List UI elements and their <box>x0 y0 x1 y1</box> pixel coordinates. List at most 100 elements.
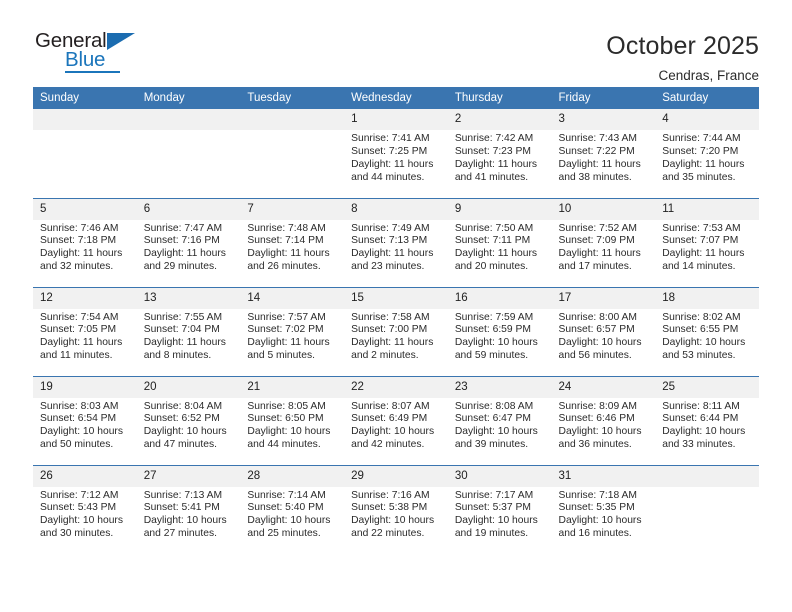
day-info-daylight2: and 23 minutes. <box>351 261 425 273</box>
day-info-daylight1: Daylight: 11 hours <box>40 337 123 349</box>
day-cell-inner: 11 Sunrise: 7:53 AM Sunset: 7:07 PM Dayligh… <box>655 198 759 287</box>
day-info-daylight1: Daylight: 11 hours <box>454 158 538 170</box>
day-info-daylight1: Daylight: 10 hours <box>454 337 538 349</box>
calendar-day-cell[interactable]: 11 Sunrise: 7:53 AM Sunset: 7:07 PM Dayligh… <box>655 197 759 287</box>
day-info-sunset: Sunset: 6:46 PM <box>558 413 635 425</box>
calendar-day-cell[interactable]: 25 Sunrise: 8:11 AM Sunset: 6:44 PM Dayligh… <box>655 375 759 465</box>
day-sun-info: Sunrise: 7:43 AM Sunset: 7:22 PM Daylight:… <box>552 130 656 185</box>
day-info-daylight1: Daylight: 11 hours <box>143 337 226 349</box>
day-info-daylight2: and 11 minutes. <box>40 350 113 362</box>
day-info-daylight2: and 27 minutes. <box>143 528 217 540</box>
day-info-daylight2: and 26 minutes. <box>247 261 321 273</box>
day-number: 23 <box>447 376 552 398</box>
day-info-daylight2: and 44 minutes. <box>351 171 425 183</box>
day-info-daylight2: and 5 minutes. <box>247 350 315 362</box>
day-number: 12 <box>33 287 137 309</box>
calendar-day-cell[interactable]: 31 Sunrise: 7:18 AM Sunset: 5:35 PM Dayligh… <box>551 464 656 554</box>
day-info-daylight2: and 59 minutes. <box>454 350 529 362</box>
day-info-sunrise: Sunrise: 7:13 AM <box>143 489 223 501</box>
day-number: 5 <box>33 198 137 220</box>
day-info-daylight1: Daylight: 10 hours <box>454 426 538 438</box>
calendar-day-cell[interactable]: 17 Sunrise: 8:00 AM Sunset: 6:57 PM Dayligh… <box>551 286 656 376</box>
day-info-daylight1: Daylight: 10 hours <box>40 426 123 438</box>
calendar-day-cell[interactable]: 7 Sunrise: 7:48 AM Sunset: 7:14 PM Daylight… <box>240 197 345 287</box>
calendar-day-cell[interactable]: 21 Sunrise: 8:05 AM Sunset: 6:50 PM Dayligh… <box>240 375 345 465</box>
day-info-sunset: Sunset: 7:16 PM <box>143 235 220 247</box>
calendar-day-cell[interactable]: 14 Sunrise: 7:57 AM Sunset: 7:02 PM Dayligh… <box>240 286 345 376</box>
calendar-day-cell[interactable]: 6 Sunrise: 7:47 AM Sunset: 7:16 PM Daylight… <box>136 197 241 287</box>
day-sun-info: Sunrise: 8:00 AM Sunset: 6:57 PM Daylight:… <box>552 309 656 364</box>
calendar-day-cell[interactable]: 1 Sunrise: 7:41 AM Sunset: 7:25 PM Daylight… <box>344 109 448 198</box>
day-number: 30 <box>447 465 552 487</box>
calendar-day-cell[interactable]: 12 Sunrise: 7:54 AM Sunset: 7:05 PM Dayligh… <box>33 286 137 376</box>
day-info-sunrise: Sunrise: 8:03 AM <box>40 400 119 412</box>
day-info-daylight1: Daylight: 11 hours <box>558 248 641 260</box>
calendar-day-cell[interactable]: 22 Sunrise: 8:07 AM Sunset: 6:49 PM Dayligh… <box>344 375 448 465</box>
day-sun-info: Sunrise: 7:14 AM Sunset: 5:40 PM Daylight:… <box>240 487 344 542</box>
day-number: 13 <box>136 287 241 309</box>
calendar-day-cell[interactable]: 23 Sunrise: 8:08 AM Sunset: 6:47 PM Dayligh… <box>447 375 552 465</box>
calendar-day-cell[interactable]: 30 Sunrise: 7:17 AM Sunset: 5:37 PM Dayligh… <box>447 464 552 554</box>
day-info-daylight2: and 41 minutes. <box>454 171 529 183</box>
day-sun-info: Sunrise: 8:08 AM Sunset: 6:47 PM Daylight:… <box>448 398 552 453</box>
day-number: 18 <box>655 287 759 309</box>
logo-underline <box>65 71 120 73</box>
day-cell-inner: 24 Sunrise: 8:09 AM Sunset: 6:46 PM Dayligh… <box>551 376 656 465</box>
day-info-daylight1: Daylight: 10 hours <box>247 426 331 438</box>
calendar-day-cell[interactable]: 15 Sunrise: 7:58 AM Sunset: 7:00 PM Dayligh… <box>344 286 448 376</box>
calendar-day-cell[interactable]: 3 Sunrise: 7:43 AM Sunset: 7:22 PM Daylight… <box>551 109 656 198</box>
weekday-header-sunday: Sunday <box>33 87 137 109</box>
day-cell-inner: 5 Sunrise: 7:46 AM Sunset: 7:18 PM Daylight… <box>33 198 137 287</box>
day-info-sunset: Sunset: 5:38 PM <box>351 502 428 514</box>
day-info-sunset: Sunset: 7:14 PM <box>247 235 324 247</box>
day-cell-inner: 12 Sunrise: 7:54 AM Sunset: 7:05 PM Dayligh… <box>33 287 137 376</box>
calendar-day-cell[interactable]: 2 Sunrise: 7:42 AM Sunset: 7:23 PM Daylight… <box>447 109 552 198</box>
day-info-sunset: Sunset: 6:49 PM <box>351 413 428 425</box>
day-sun-info: Sunrise: 7:13 AM Sunset: 5:41 PM Daylight:… <box>137 487 241 542</box>
day-info-sunrise: Sunrise: 8:09 AM <box>558 400 637 412</box>
calendar-day-cell-empty <box>240 109 345 198</box>
calendar-day-cell[interactable]: 16 Sunrise: 7:59 AM Sunset: 6:59 PM Dayligh… <box>447 286 552 376</box>
calendar-day-cell[interactable]: 24 Sunrise: 8:09 AM Sunset: 6:46 PM Dayligh… <box>551 375 656 465</box>
day-info-sunrise: Sunrise: 8:00 AM <box>558 311 637 323</box>
day-info-sunrise: Sunrise: 7:52 AM <box>558 222 637 234</box>
day-sun-info: Sunrise: 7:50 AM Sunset: 7:11 PM Daylight:… <box>448 220 552 275</box>
day-info-sunrise: Sunrise: 7:17 AM <box>454 489 534 501</box>
calendar-day-cell[interactable]: 18 Sunrise: 8:02 AM Sunset: 6:55 PM Dayligh… <box>655 286 759 376</box>
day-sun-info: Sunrise: 7:49 AM Sunset: 7:13 PM Daylight:… <box>344 220 448 275</box>
calendar-day-cell[interactable]: 20 Sunrise: 8:04 AM Sunset: 6:52 PM Dayligh… <box>136 375 241 465</box>
day-cell-inner: 10 Sunrise: 7:52 AM Sunset: 7:09 PM Dayligh… <box>551 198 656 287</box>
day-cell-inner: 16 Sunrise: 7:59 AM Sunset: 6:59 PM Dayligh… <box>447 287 552 376</box>
day-info-daylight1: Daylight: 11 hours <box>454 248 538 260</box>
calendar-day-cell-empty <box>33 109 137 198</box>
calendar-day-cell[interactable]: 5 Sunrise: 7:46 AM Sunset: 7:18 PM Daylight… <box>33 197 137 287</box>
calendar-day-cell[interactable]: 27 Sunrise: 7:13 AM Sunset: 5:41 PM Dayligh… <box>136 464 241 554</box>
day-info-daylight2: and 22 minutes. <box>351 528 425 540</box>
day-cell-inner: 29 Sunrise: 7:16 AM Sunset: 5:38 PM Dayligh… <box>344 465 448 555</box>
day-sun-info: Sunrise: 8:11 AM Sunset: 6:44 PM Daylight:… <box>655 398 759 453</box>
calendar-day-cell[interactable]: 4 Sunrise: 7:44 AM Sunset: 7:20 PM Daylight… <box>655 109 759 198</box>
general-blue-logo[interactable]: General Blue <box>33 30 150 78</box>
day-sun-info: Sunrise: 7:57 AM Sunset: 7:02 PM Daylight:… <box>240 309 344 364</box>
calendar-day-cell[interactable]: 13 Sunrise: 7:55 AM Sunset: 7:04 PM Dayligh… <box>136 286 241 376</box>
day-info-sunrise: Sunrise: 7:47 AM <box>143 222 223 234</box>
calendar-day-cell[interactable]: 19 Sunrise: 8:03 AM Sunset: 6:54 PM Dayligh… <box>33 375 137 465</box>
day-info-daylight2: and 47 minutes. <box>143 439 217 451</box>
calendar-day-cell[interactable]: 9 Sunrise: 7:50 AM Sunset: 7:11 PM Daylight… <box>447 197 552 287</box>
day-info-daylight1: Daylight: 10 hours <box>558 426 642 438</box>
day-cell-inner: 14 Sunrise: 7:57 AM Sunset: 7:02 PM Dayligh… <box>240 287 345 376</box>
calendar-day-cell[interactable]: 29 Sunrise: 7:16 AM Sunset: 5:38 PM Dayligh… <box>344 464 448 555</box>
day-info-sunrise: Sunrise: 7:48 AM <box>247 222 326 234</box>
day-cell-inner: 13 Sunrise: 7:55 AM Sunset: 7:04 PM Dayligh… <box>136 287 241 376</box>
calendar-day-cell[interactable]: 8 Sunrise: 7:49 AM Sunset: 7:13 PM Daylight… <box>344 197 448 287</box>
day-info-sunset: Sunset: 7:09 PM <box>558 235 635 247</box>
day-sun-info: Sunrise: 8:02 AM Sunset: 6:55 PM Daylight:… <box>655 309 759 364</box>
day-info-daylight1: Daylight: 10 hours <box>662 337 746 349</box>
day-number: 20 <box>136 376 241 398</box>
calendar-day-cell[interactable]: 10 Sunrise: 7:52 AM Sunset: 7:09 PM Dayligh… <box>551 197 656 287</box>
day-info-sunrise: Sunrise: 7:16 AM <box>351 489 430 501</box>
calendar-day-cell[interactable]: 26 Sunrise: 7:12 AM Sunset: 5:43 PM Dayligh… <box>33 464 137 554</box>
day-cell-inner <box>136 109 241 198</box>
calendar-day-cell[interactable]: 28 Sunrise: 7:14 AM Sunset: 5:40 PM Dayligh… <box>240 464 345 554</box>
day-info-sunrise: Sunrise: 7:43 AM <box>558 133 637 144</box>
